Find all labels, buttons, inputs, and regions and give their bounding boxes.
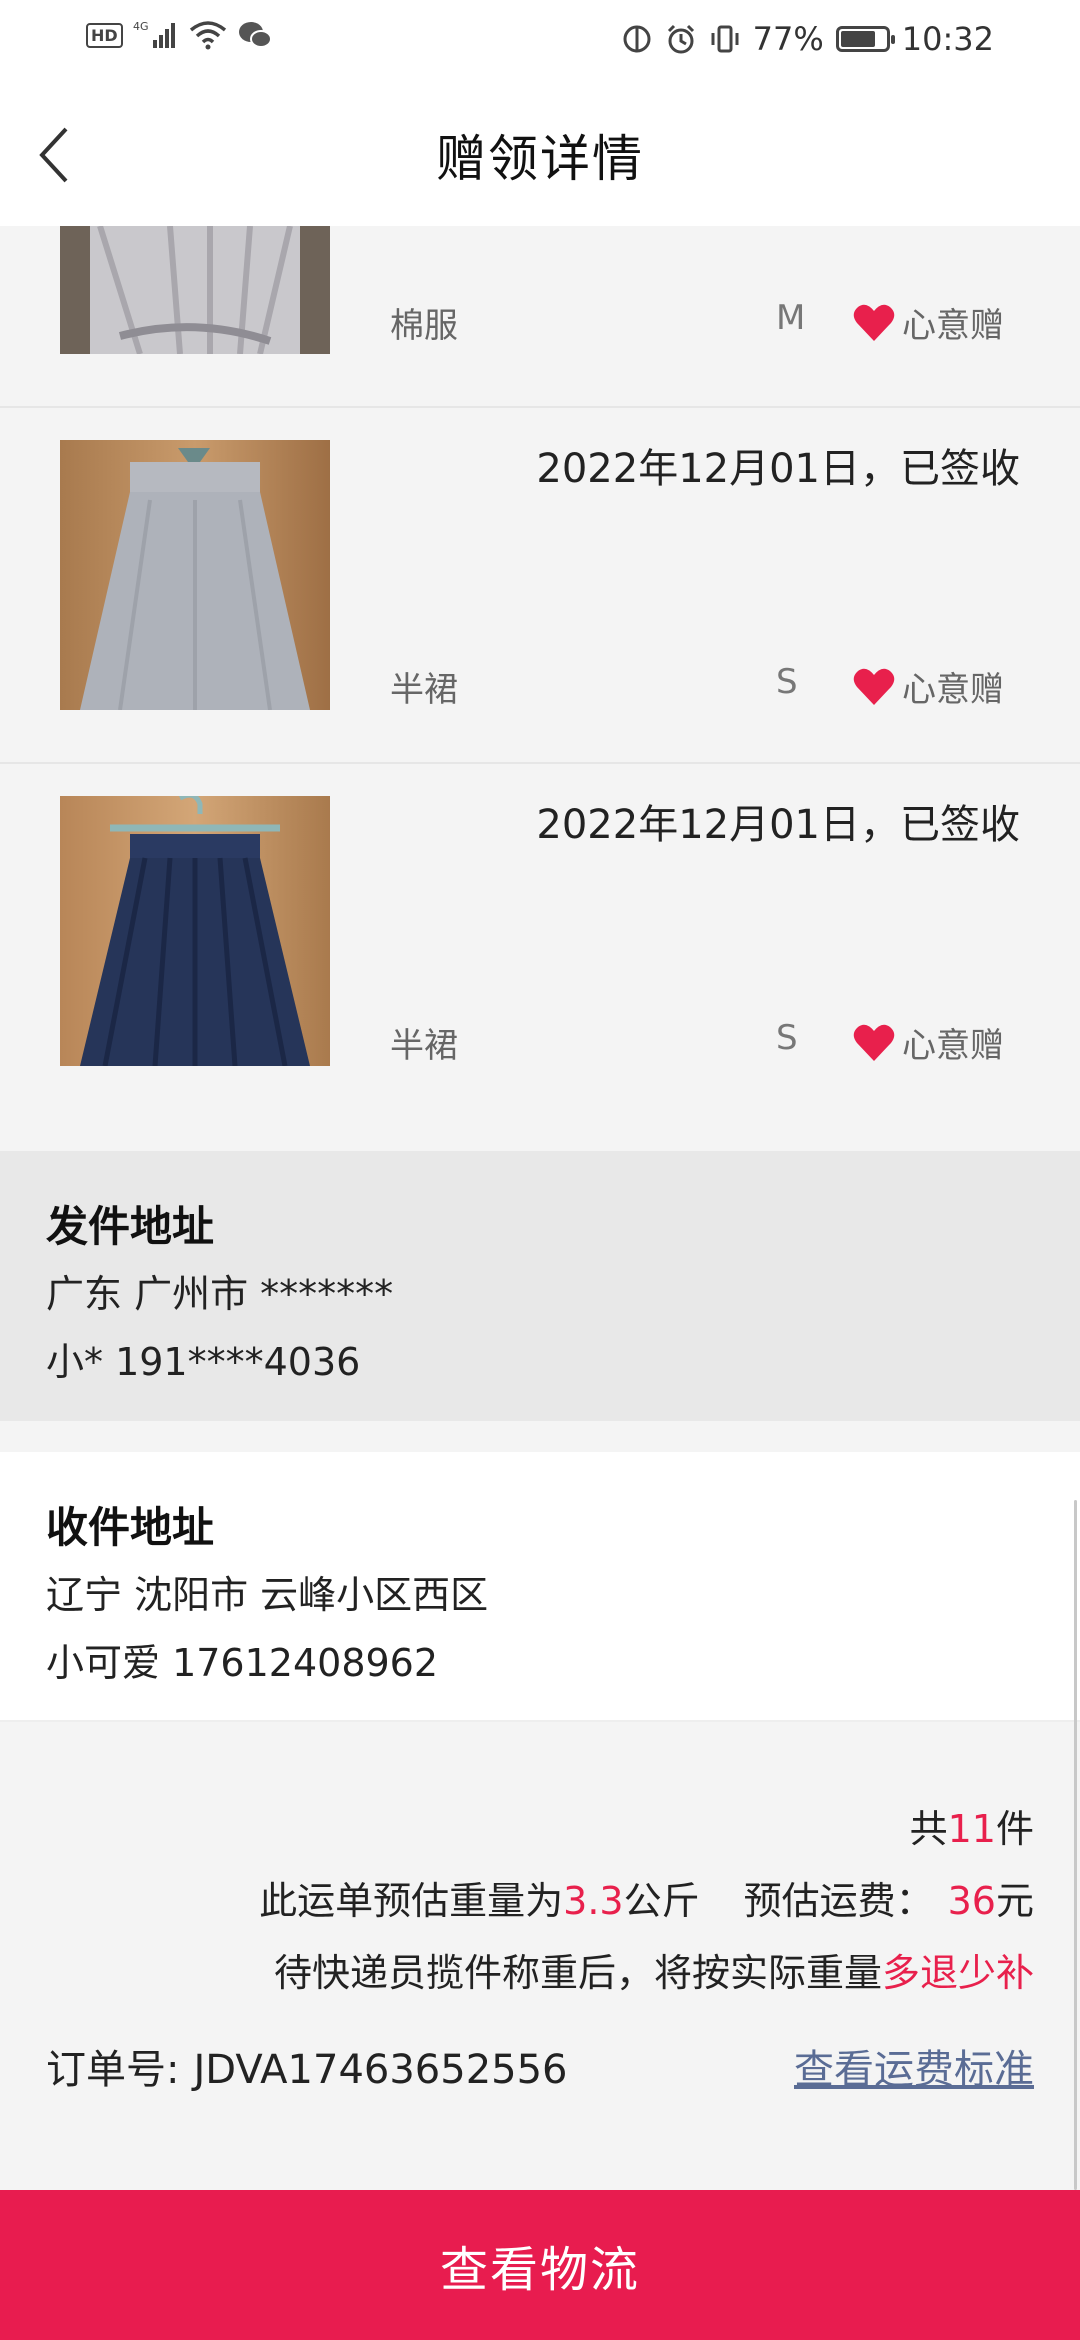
fee-label: 预估运费： bbox=[743, 1879, 934, 1923]
sender-contact: 小* 191****4036 bbox=[46, 1340, 361, 1384]
gift-tag: 心意赠 bbox=[852, 1018, 1004, 1067]
receiver-address: 辽宁 沈阳市 云峰小区西区 bbox=[46, 1573, 489, 1617]
gift-tag: 心意赠 bbox=[852, 662, 1004, 711]
receiver-contact: 小可爱 17612408962 bbox=[46, 1641, 439, 1685]
estimated-fee: 36 bbox=[947, 1879, 996, 1923]
hd-icon: HD bbox=[86, 22, 123, 48]
order-number-value: JDVA17463652556 bbox=[193, 2047, 568, 2093]
battery-icon bbox=[835, 26, 895, 52]
item-size: S bbox=[776, 1018, 798, 1058]
wifi-icon bbox=[189, 20, 227, 50]
weight-fee-line: 此运单预估重量为3.3公斤 预估运费： 36元 bbox=[259, 1870, 1034, 1925]
header: 赠领详情 bbox=[0, 84, 1080, 226]
note-highlight: 多退少补 bbox=[881, 1951, 1034, 1995]
item-image bbox=[60, 226, 330, 354]
receiver-title: 收件地址 bbox=[46, 1503, 215, 1552]
alarm-icon bbox=[665, 23, 697, 55]
status-right: 77% 10:32 bbox=[621, 20, 994, 58]
weight-prefix: 此运单预估重量为 bbox=[259, 1879, 564, 1923]
item-size: S bbox=[776, 662, 798, 702]
item-status-date: 2022年12月01日，已签收 bbox=[536, 446, 1020, 492]
signal-icon: 4G bbox=[133, 20, 179, 50]
shipping-summary: 共11件 此运单预估重量为3.3公斤 预估运费： 36元 待快递员揽件称重后，将按实… bbox=[0, 1722, 1080, 2190]
gift-tag-label: 心意赠 bbox=[902, 1026, 1004, 1066]
item-count: 11 bbox=[947, 1807, 996, 1851]
scrollbar[interactable] bbox=[1074, 1500, 1077, 2190]
view-logistics-button[interactable]: 查看物流 bbox=[0, 2190, 1080, 2340]
list-item[interactable]: 棉服 M 心意赠 bbox=[0, 226, 1080, 408]
status-bar: HD 4G 77% 10:32 bbox=[0, 0, 1080, 84]
item-name: 半裙 bbox=[390, 670, 458, 710]
count-prefix: 共 bbox=[909, 1807, 948, 1851]
item-image bbox=[60, 440, 330, 710]
fee-standard-link[interactable]: 查看运费标准 bbox=[794, 2037, 1034, 2095]
order-number: 订单号: JDVA17463652556 bbox=[46, 2037, 568, 2095]
item-status-date: 2022年12月01日，已签收 bbox=[536, 802, 1020, 848]
page-title: 赠领详情 bbox=[436, 130, 644, 188]
item-size: M bbox=[776, 298, 806, 338]
receiver-address-section: 收件地址 辽宁 沈阳市 云峰小区西区 小可爱 17612408962 bbox=[0, 1452, 1080, 1722]
sender-address: 广东 广州市 ******* bbox=[46, 1272, 394, 1316]
vibrate-icon bbox=[709, 23, 741, 55]
sender-address-section: 发件地址 广东 广州市 ******* 小* 191****4036 bbox=[0, 1151, 1080, 1421]
list-item[interactable]: 2022年12月01日，已签收 半裙 S 心意赠 bbox=[0, 408, 1080, 764]
sender-title: 发件地址 bbox=[46, 1202, 215, 1251]
order-label: 订单号: bbox=[46, 2047, 180, 2093]
estimated-weight: 3.3 bbox=[563, 1879, 624, 1923]
gift-tag: 心意赠 bbox=[852, 298, 1004, 347]
fee-unit: 元 bbox=[995, 1879, 1034, 1923]
svg-text:4G: 4G bbox=[133, 20, 149, 33]
gift-tag-label: 心意赠 bbox=[902, 306, 1004, 346]
count-suffix: 件 bbox=[995, 1807, 1034, 1851]
battery-fill bbox=[840, 31, 875, 47]
list-item[interactable]: 2022年12月01日，已签收 半裙 S 心意赠 bbox=[0, 764, 1080, 1120]
item-name: 半裙 bbox=[390, 1026, 458, 1066]
item-image bbox=[60, 796, 330, 1066]
heart-icon bbox=[853, 1024, 895, 1061]
heart-icon bbox=[853, 304, 895, 341]
battery-percent: 77% bbox=[752, 20, 824, 58]
weigh-note-line: 待快递员揽件称重后，将按实际重量多退少补 bbox=[274, 1942, 1034, 1997]
wechat-icon bbox=[237, 20, 273, 50]
status-left: HD 4G bbox=[86, 20, 273, 50]
clock-time: 10:32 bbox=[901, 20, 994, 58]
item-count-line: 共11件 bbox=[910, 1798, 1034, 1853]
back-button[interactable] bbox=[26, 120, 82, 190]
item-name: 棉服 bbox=[390, 306, 458, 346]
heart-icon bbox=[853, 668, 895, 705]
gift-tag-label: 心意赠 bbox=[902, 670, 1004, 710]
chevron-left-icon bbox=[39, 127, 68, 183]
note-prefix: 待快递员揽件称重后，将按实际重量 bbox=[273, 1951, 882, 1995]
weight-unit: 公斤 bbox=[623, 1879, 700, 1923]
data-saver-icon bbox=[621, 23, 653, 55]
